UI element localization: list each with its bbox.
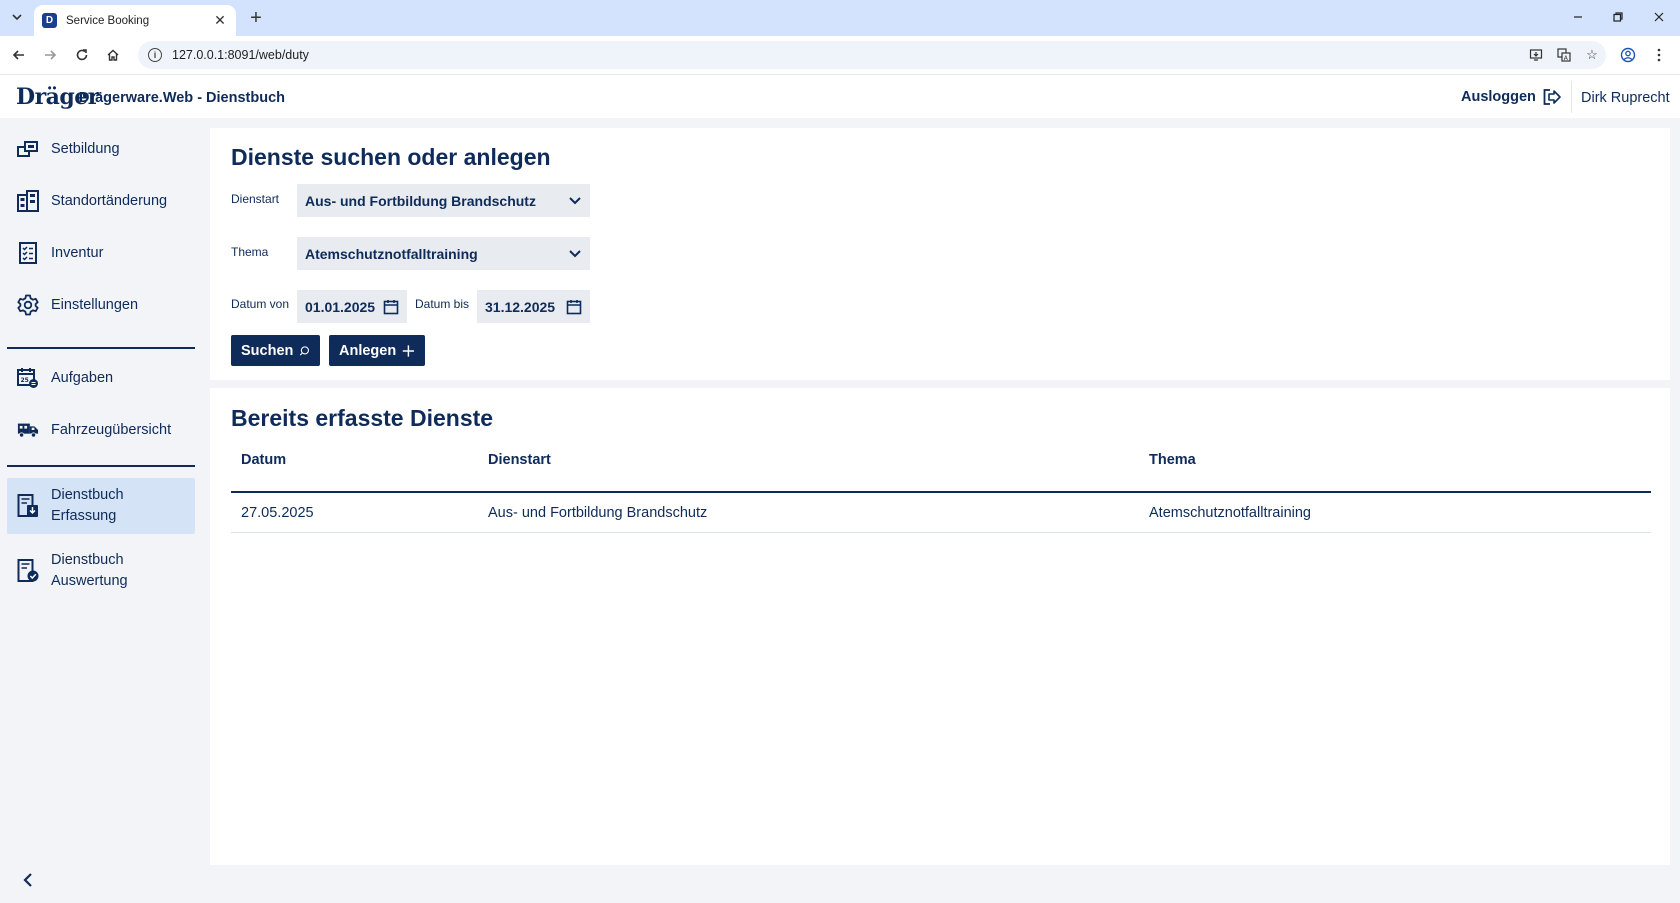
cell-datum: 27.05.2025 <box>241 505 314 521</box>
create-button[interactable]: Anlegen <box>329 335 425 366</box>
dienstart-select[interactable]: Aus- und Fortbildung Brandschutz <box>297 184 590 217</box>
svg-text:25: 25 <box>21 377 29 384</box>
chevron-down-icon <box>569 249 581 257</box>
tab-title: Service Booking <box>66 14 150 27</box>
new-tab-icon[interactable]: + <box>244 6 268 30</box>
search-card: Dienste suchen oder anlegen Dienstart Au… <box>210 128 1670 380</box>
close-window-icon[interactable] <box>1641 6 1677 28</box>
chevron-down-icon <box>12 14 22 21</box>
cell-dienstart: Aus- und Fortbildung Brandschutz <box>488 505 708 521</box>
tab-search-button[interactable] <box>6 6 28 28</box>
chevron-down-icon <box>569 196 581 204</box>
results-title: Bereits erfasste Dienste <box>231 405 494 431</box>
url-text: 127.0.0.1:8091/web/duty <box>172 48 309 62</box>
sidebar-item-label: Einstellungen <box>51 296 139 313</box>
sidebar-item-label: Aufgaben <box>51 369 114 386</box>
favicon-icon: D <box>42 13 57 28</box>
cell-thema: Atemschutznotfalltraining <box>1149 505 1311 521</box>
forward-icon[interactable] <box>39 44 61 66</box>
browser-toolbar: i 127.0.0.1:8091/web/duty A ☆ <box>0 36 1680 74</box>
sidebar-item-dienstbuch-auswertung[interactable]: Dienstbuch Auswertung <box>7 543 195 599</box>
header-divider <box>1571 81 1572 113</box>
calendar-task-icon: 25 <box>17 367 39 389</box>
thema-value: Atemschutznotfalltraining <box>305 245 478 262</box>
user-name: Dirk Ruprecht <box>1581 90 1670 106</box>
calendar-icon[interactable] <box>566 299 582 315</box>
install-app-icon[interactable] <box>1522 48 1550 62</box>
sidebar-item-setbildung[interactable]: Setbildung <box>7 130 195 168</box>
results-card: Bereits erfasste Dienste Datum Dienstart… <box>210 388 1670 865</box>
app-title: Drägerware.Web - Dienstbuch <box>79 90 286 106</box>
sidebar-item-label: Inventur <box>51 244 104 261</box>
tab-close-icon[interactable]: ✕ <box>212 12 228 29</box>
profile-icon[interactable] <box>1617 44 1639 66</box>
thema-select[interactable]: Atemschutznotfalltraining <box>297 237 590 270</box>
sidebar-item-label: Dienstbuch Auswertung <box>51 552 128 589</box>
browser-tab-strip: D Service Booking ✕ + <box>0 0 1680 36</box>
home-icon[interactable] <box>102 44 124 66</box>
sidebar-item-label: Setbildung <box>51 140 120 157</box>
sidebar-divider <box>7 465 195 467</box>
sidebar-item-aufgaben[interactable]: 25 Aufgaben <box>7 359 195 397</box>
datum-bis-value: 31.12.2025 <box>485 298 556 315</box>
bookmark-star-icon[interactable]: ☆ <box>1578 47 1606 63</box>
table-row[interactable]: 27.05.2025 Aus- und Fortbildung Brandsch… <box>231 493 1651 533</box>
building-icon <box>17 190 39 212</box>
collapse-sidebar-icon[interactable] <box>18 870 38 890</box>
logout-label: Ausloggen <box>1461 89 1536 105</box>
checklist-icon <box>17 242 39 264</box>
sidebar-item-label: Fahrzeugübersicht <box>51 421 172 438</box>
sidebar-divider <box>7 347 195 349</box>
book-download-icon <box>17 494 39 517</box>
sidebar-item-standortaenderung[interactable]: Standortänderung <box>7 182 195 220</box>
truck-icon <box>17 419 39 441</box>
browser-menu-icon[interactable] <box>1648 44 1670 66</box>
dienstart-value: Aus- und Fortbildung Brandschutz <box>305 192 536 209</box>
search-title: Dienste suchen oder anlegen <box>231 144 551 170</box>
column-header-dienstart[interactable]: Dienstart <box>488 452 551 468</box>
book-check-icon <box>17 559 39 582</box>
browser-tab[interactable]: D Service Booking ✕ <box>34 5 236 36</box>
search-button[interactable]: Suchen <box>231 335 320 366</box>
create-button-label: Anlegen <box>339 342 397 359</box>
datum-von-input[interactable]: 01.01.2025 <box>297 290 407 323</box>
back-icon[interactable] <box>8 44 30 66</box>
search-button-label: Suchen <box>241 342 294 359</box>
plus-icon <box>403 344 415 357</box>
gear-icon <box>17 294 39 316</box>
calendar-icon[interactable] <box>383 299 399 315</box>
column-header-thema[interactable]: Thema <box>1149 452 1196 468</box>
datum-von-label: Datum von <box>231 297 290 311</box>
logout-button[interactable]: Ausloggen <box>1461 88 1562 106</box>
datum-bis-input[interactable]: 31.12.2025 <box>477 290 590 323</box>
sidebar-item-fahrzeuguebersicht[interactable]: Fahrzeugübersicht <box>7 411 195 449</box>
sidebar-item-label: Standortänderung <box>51 192 168 209</box>
site-info-icon[interactable]: i <box>148 48 162 62</box>
sidebar-item-einstellungen[interactable]: Einstellungen <box>7 286 195 324</box>
datum-von-value: 01.01.2025 <box>305 298 376 315</box>
reload-icon[interactable] <box>71 44 93 66</box>
search-icon <box>300 345 310 356</box>
sidebar-item-dienstbuch-erfassung[interactable]: Dienstbuch Erfassung <box>7 478 195 534</box>
address-bar[interactable]: i 127.0.0.1:8091/web/duty A ☆ <box>138 41 1606 69</box>
sidebar-item-label: Dienstbuch Erfassung <box>51 487 124 524</box>
minimize-icon[interactable] <box>1560 6 1596 28</box>
set-icon <box>17 138 39 160</box>
dienstart-label: Dienstart <box>231 192 280 206</box>
sidebar-item-inventur[interactable]: Inventur <box>7 234 195 272</box>
column-header-datum[interactable]: Datum <box>241 452 286 468</box>
translate-icon[interactable]: A <box>1550 48 1578 62</box>
datum-bis-label: Datum bis <box>415 297 470 311</box>
logout-icon <box>1543 89 1561 105</box>
restore-icon[interactable] <box>1600 6 1636 28</box>
app-header: Dräger Drägerware.Web - Dienstbuch Auslo… <box>0 74 1680 118</box>
sidebar: Setbildung Standortänderung Inventur Ein… <box>0 118 208 903</box>
thema-label: Thema <box>231 245 269 259</box>
